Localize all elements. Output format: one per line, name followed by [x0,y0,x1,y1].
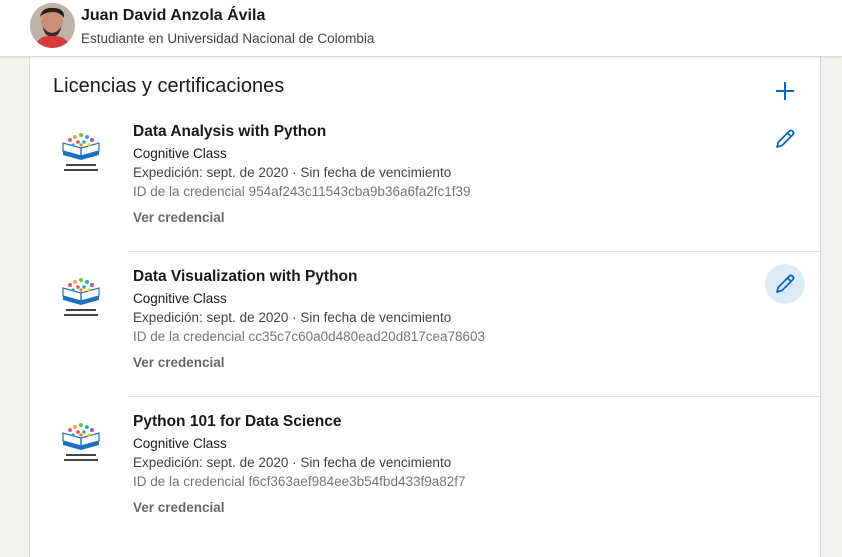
ibm-skills-network-logo [58,276,104,322]
view-credential-link[interactable]: Ver credencial [133,500,225,515]
pencil-icon [776,274,795,293]
avatar[interactable] [30,3,75,48]
credential-id: ID de la credencial cc35c7c60a0d480ead20… [133,329,486,344]
view-credential-link[interactable]: Ver credencial [133,210,225,225]
plus-icon [776,82,794,100]
certification-issuer: Cognitive Class [133,146,227,161]
profile-name: Juan David Anzola Ávila [81,7,266,24]
credential-id: ID de la credencial 954af243c11543cba9b3… [133,184,471,199]
edit-certification-button[interactable] [765,119,805,159]
profile-header: Juan David Anzola Ávila Estudiante en Un… [0,0,842,57]
certification-dates: Expedición: sept. de 2020 · Sin fecha de… [133,455,452,470]
ibm-skills-network-logo [58,421,104,467]
pencil-icon [776,129,795,148]
licenses-card: Licencias y certificaciones Data Analysi… [29,57,822,557]
credential-id: ID de la credencial f6cf363aef984ee3b54f… [133,474,466,489]
certification-item: Python 101 for Data Science Cognitive Cl… [30,397,822,542]
certification-name[interactable]: Python 101 for Data Science [133,413,341,431]
certification-name[interactable]: Data Analysis with Python [133,123,326,141]
certification-item: Data Analysis with Python Cognitive Clas… [30,107,822,252]
edit-certification-button[interactable] [765,264,805,304]
certification-dates: Expedición: sept. de 2020 · Sin fecha de… [133,165,452,180]
certification-name[interactable]: Data Visualization with Python [133,268,358,286]
profile-headline: Estudiante en Universidad Nacional de Co… [81,31,375,46]
certification-issuer: Cognitive Class [133,436,227,451]
add-certification-button[interactable] [769,75,801,107]
certification-item: Data Visualization with Python Cognitive… [30,252,822,397]
certification-issuer: Cognitive Class [133,291,227,306]
ibm-skills-network-logo [58,131,104,177]
view-credential-link[interactable]: Ver credencial [133,355,225,370]
certification-dates: Expedición: sept. de 2020 · Sin fecha de… [133,310,452,325]
section-title: Licencias y certificaciones [53,75,285,97]
